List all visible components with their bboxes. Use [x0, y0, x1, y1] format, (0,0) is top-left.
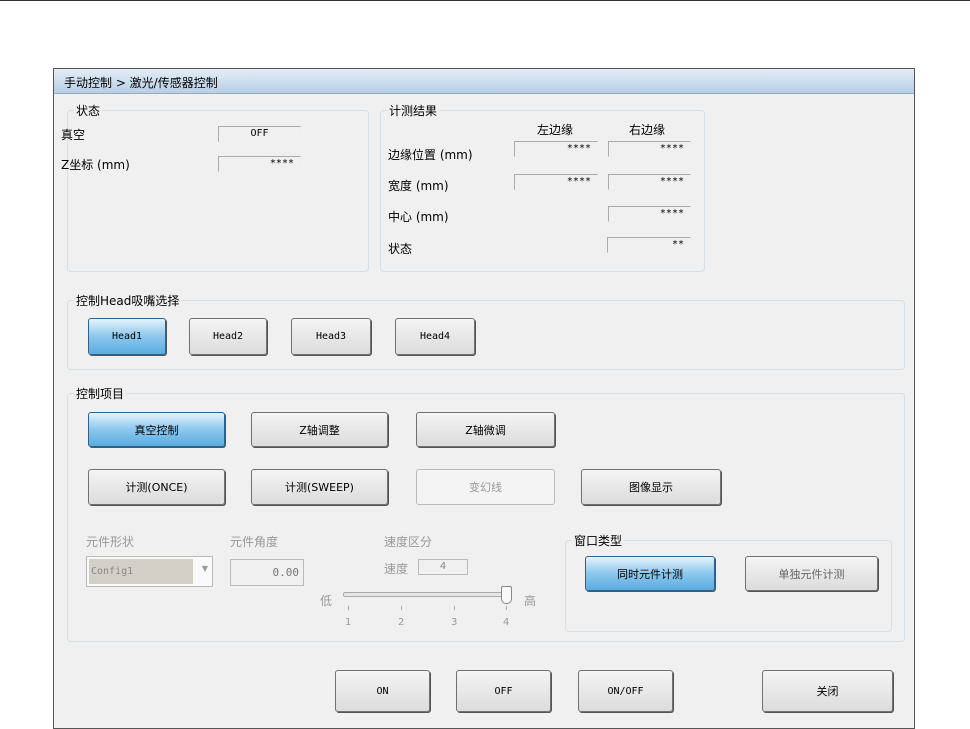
control-items-title: 控制项目: [74, 385, 127, 402]
single-measure-button[interactable]: 单独元件计测: [745, 556, 878, 591]
off-button[interactable]: OFF: [456, 670, 551, 712]
head1-button[interactable]: Head1: [88, 318, 166, 355]
head3-button[interactable]: Head3: [291, 318, 371, 355]
slider-tick-label: 2: [398, 617, 405, 628]
slider-tick-label: 3: [451, 617, 458, 628]
transform-line-button[interactable]: 变幻线: [416, 469, 555, 505]
breadcrumb: 手动控制 > 激光/传感器控制: [64, 76, 218, 90]
shape-value: Config1: [89, 559, 193, 584]
vacuum-control-button[interactable]: 真空控制: [88, 412, 225, 447]
width-right-value: ****: [608, 174, 691, 190]
vacuum-label: 真空: [61, 128, 86, 142]
width-label: 宽度 (mm): [388, 179, 449, 193]
top-divider: [0, 0, 970, 1]
measure-state-value: **: [607, 237, 691, 253]
speed-slider-thumb[interactable]: [501, 586, 512, 604]
head-select-title: 控制Head吸嘴选择: [74, 292, 182, 309]
width-left-value: ****: [514, 174, 598, 190]
angle-input[interactable]: 0.00: [230, 559, 304, 586]
z-axis-fine-adjust-button[interactable]: Z轴微调: [416, 412, 555, 447]
slider-tick: [348, 606, 349, 610]
measure-once-button[interactable]: 计测(ONCE): [88, 469, 225, 505]
on-button[interactable]: ON: [335, 670, 430, 712]
status-group-title: 状态: [74, 102, 103, 119]
title-bar: 手动控制 > 激光/传感器控制: [54, 69, 914, 94]
simultaneous-measure-button[interactable]: 同时元件计测: [585, 556, 715, 591]
angle-label: 元件角度: [230, 535, 279, 549]
measurement-group-title: 计测结果: [387, 102, 440, 119]
slider-tick: [401, 606, 402, 610]
slider-tick: [454, 606, 455, 610]
center-value: ****: [608, 206, 691, 222]
speed-class-label: 速度区分: [384, 535, 433, 549]
slider-tick-label: 1: [345, 617, 352, 628]
head2-button[interactable]: Head2: [189, 318, 267, 355]
slider-tick: [506, 606, 507, 610]
center-label: 中心 (mm): [388, 210, 449, 224]
speed-slider-track[interactable]: [343, 592, 512, 597]
edge-left-value: ****: [514, 141, 598, 157]
speed-label: 速度: [384, 562, 409, 576]
z-axis-adjust-button[interactable]: Z轴调整: [251, 412, 388, 447]
edge-position-label: 边缘位置 (mm): [388, 148, 473, 162]
close-button[interactable]: 关闭: [762, 670, 893, 712]
edge-right-value: ****: [608, 141, 691, 157]
shape-label: 元件形状: [86, 535, 135, 549]
speed-value: 4: [418, 559, 468, 575]
shape-combobox[interactable]: Config1 ▼: [86, 556, 213, 587]
slider-high-label: 高: [524, 594, 537, 608]
left-edge-header: 左边缘: [537, 123, 574, 137]
z-coord-label: Z坐标 (mm): [61, 158, 130, 172]
on-off-button[interactable]: ON/OFF: [578, 670, 673, 712]
vacuum-value: OFF: [218, 126, 301, 142]
right-edge-header: 右边缘: [629, 123, 666, 137]
chevron-down-icon: ▼: [201, 564, 208, 573]
image-display-button[interactable]: 图像显示: [581, 469, 721, 505]
head4-button[interactable]: Head4: [395, 318, 475, 355]
measure-state-label: 状态: [388, 242, 413, 256]
z-coord-value: ****: [218, 156, 301, 172]
measure-sweep-button[interactable]: 计测(SWEEP): [251, 469, 388, 505]
window-type-title: 窗口类型: [572, 532, 625, 549]
slider-low-label: 低: [320, 594, 333, 608]
slider-tick-label: 4: [503, 617, 510, 628]
